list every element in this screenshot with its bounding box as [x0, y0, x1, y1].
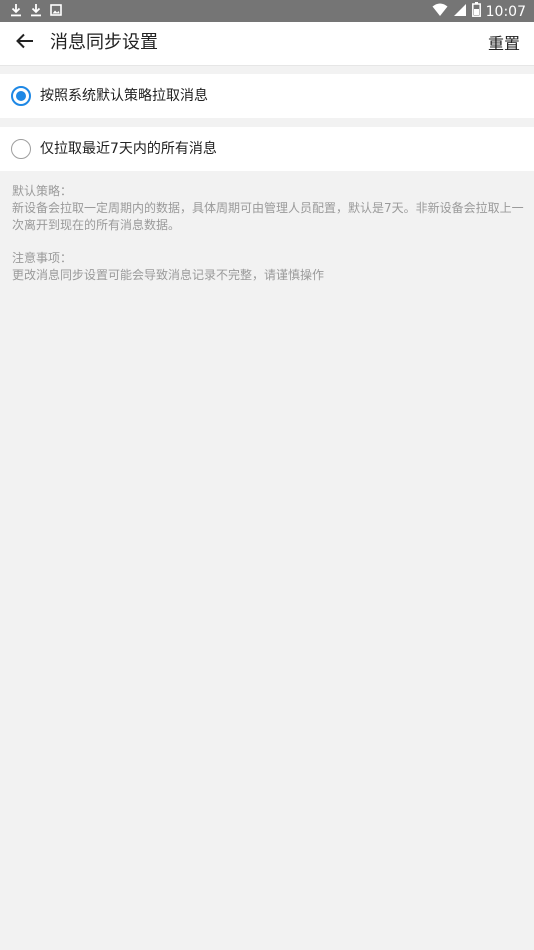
option-last-7-days[interactable]: 仅拉取最近7天内的所有消息	[0, 127, 534, 171]
arrow-left-icon	[16, 33, 34, 53]
radio-button-checked[interactable]	[11, 86, 31, 106]
battery-icon	[471, 2, 481, 21]
download-icon	[30, 3, 42, 17]
radio-button-unchecked[interactable]	[11, 139, 31, 159]
status-time: 10:07	[485, 3, 526, 20]
status-right-icons: 10:07	[432, 2, 526, 21]
reset-button[interactable]: 重置	[488, 33, 520, 55]
option-label: 按照系统默认策略拉取消息	[40, 88, 208, 104]
signal-icon	[453, 2, 467, 21]
image-icon	[50, 4, 62, 16]
app-bar: 消息同步设置 重置	[0, 22, 534, 66]
wifi-icon	[432, 2, 448, 21]
notice-title: 注意事项：	[12, 251, 73, 265]
option-default-strategy[interactable]: 按照系统默认策略拉取消息	[0, 74, 534, 118]
option-label: 仅拉取最近7天内的所有消息	[40, 141, 217, 157]
notice-text: 更改消息同步设置可能会导致消息记录不完整，请谨慎操作	[12, 268, 325, 282]
notes-section: 默认策略： 新设备会拉取一定周期内的数据，具体周期可由管理人员配置，默认是7天。…	[12, 183, 524, 284]
download-icon	[10, 3, 22, 17]
default-strategy-title: 默认策略：	[12, 184, 73, 198]
status-bar: 10:07	[0, 0, 534, 22]
back-button[interactable]	[10, 28, 40, 58]
page-title: 消息同步设置	[50, 32, 158, 53]
status-left-icons	[10, 3, 62, 17]
default-strategy-text: 新设备会拉取一定周期内的数据，具体周期可由管理人员配置，默认是7天。非新设备会拉…	[12, 201, 524, 232]
